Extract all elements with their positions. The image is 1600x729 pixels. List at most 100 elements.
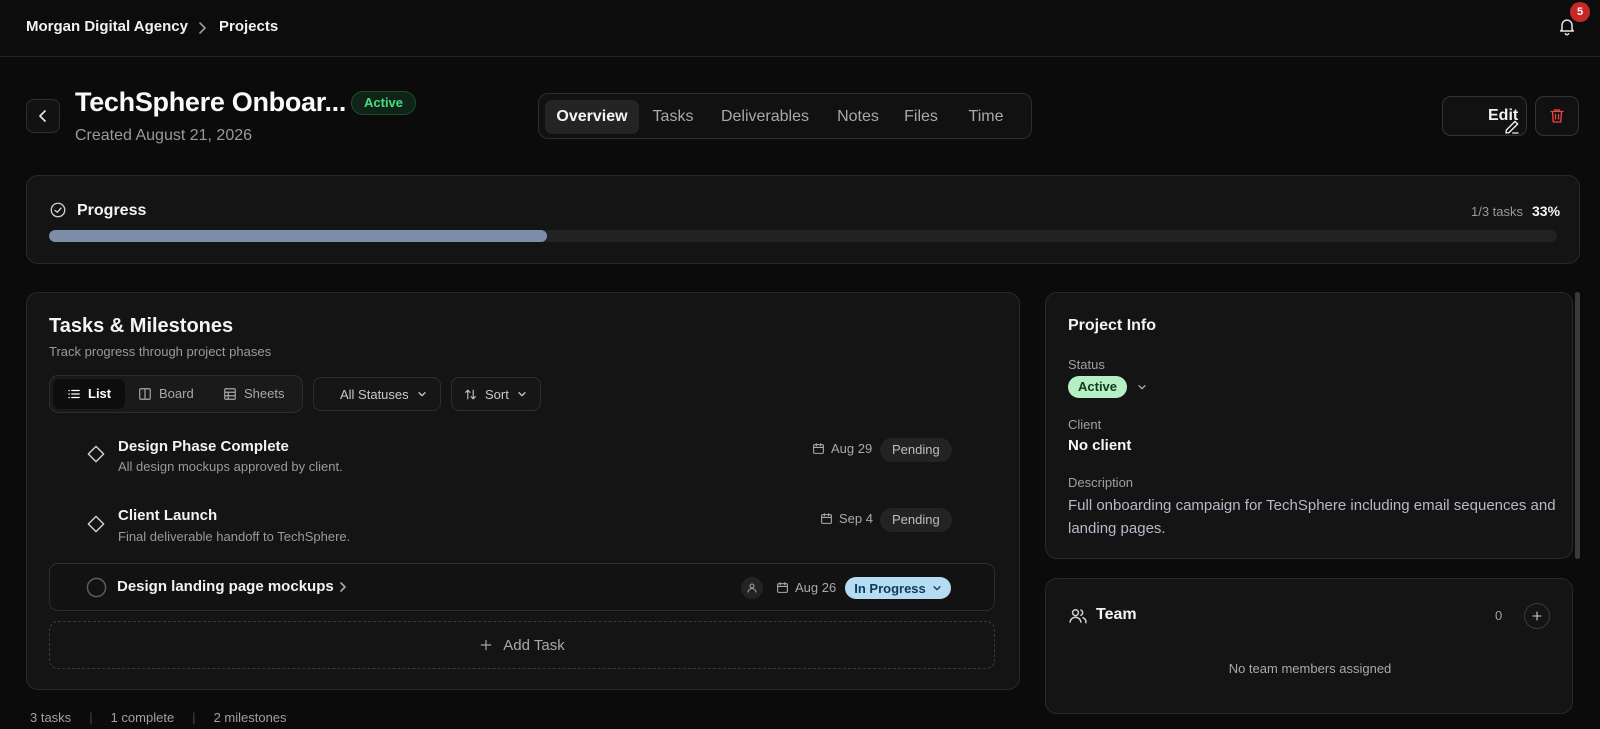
progress-bar — [49, 230, 1557, 242]
view-board-button[interactable]: Board — [124, 379, 208, 409]
task-status-label: In Progress — [854, 580, 926, 596]
project-title: TechSphere Onboar... — [75, 87, 347, 117]
description-label: Description — [1068, 475, 1134, 490]
view-list-label: List — [88, 386, 112, 401]
client-label: Client — [1068, 417, 1102, 432]
add-team-member-button[interactable] — [1524, 603, 1550, 629]
calendar-icon — [776, 581, 789, 594]
task-due-date: Aug 26 — [776, 580, 836, 595]
team-count: 0 — [1495, 608, 1503, 623]
tab-tasks[interactable]: Tasks — [642, 100, 704, 134]
tasks-milestones-card: Tasks & Milestones Track progress throug… — [26, 292, 1020, 690]
tab-notes[interactable]: Notes — [826, 100, 890, 134]
divider: | — [89, 710, 93, 725]
progress-task-count: 1/3 tasks — [1471, 204, 1524, 219]
chevron-right-icon — [196, 20, 208, 36]
diamond-icon[interactable] — [87, 515, 105, 533]
milestone-title[interactable]: Design Phase Complete — [118, 438, 289, 455]
project-tabs: Overview Tasks Deliverables Notes Files … — [538, 93, 1032, 139]
task-status-dropdown[interactable]: In Progress — [845, 577, 951, 599]
progress-card: Progress 1/3 tasks 33% — [26, 175, 1580, 264]
tab-overview[interactable]: Overview — [545, 100, 639, 134]
project-status-pill[interactable]: Active — [1068, 376, 1128, 398]
back-button[interactable] — [26, 99, 60, 133]
chevron-down-icon — [517, 389, 527, 399]
milestone-status-badge: Pending — [880, 508, 952, 532]
diamond-icon[interactable] — [87, 445, 105, 463]
milestone-count: 2 milestones — [213, 710, 287, 725]
milestone-description: Final deliverable handoff to TechSphere. — [118, 529, 351, 544]
team-title: Team — [1096, 606, 1137, 623]
chevron-down-icon — [932, 583, 942, 593]
milestone-status-badge: Pending — [880, 438, 952, 462]
top-bar: Morgan Digital Agency Projects 5 — [0, 0, 1600, 57]
task-row[interactable]: Design landing page mockups Aug 26 In Pr… — [49, 563, 995, 611]
tasks-title: Tasks & Milestones — [49, 315, 234, 337]
status-label: Status — [1068, 357, 1105, 372]
progress-bar-fill — [49, 230, 547, 242]
task-summary: 3 tasks | 1 complete | 2 milestones — [30, 710, 287, 725]
milestone-description: All design mockups approved by client. — [118, 459, 343, 474]
breadcrumb-agency[interactable]: Morgan Digital Agency — [26, 18, 188, 35]
team-card: Team 0 No team members assigned — [1045, 578, 1573, 714]
milestone-date-text: Sep 4 — [839, 511, 873, 526]
delete-button[interactable] — [1535, 96, 1579, 136]
chevron-left-icon — [37, 109, 49, 123]
view-sheets-button[interactable]: Sheets — [209, 379, 298, 409]
view-switcher: List Board Sheets — [49, 375, 303, 413]
tab-files[interactable]: Files — [893, 100, 949, 134]
milestone-due-date: Sep 4 — [820, 511, 873, 526]
task-count: 3 tasks — [30, 710, 72, 725]
view-sheets-label: Sheets — [244, 386, 285, 401]
created-date: Created August 21, 2026 — [75, 127, 253, 144]
project-status-badge: Active — [351, 91, 417, 115]
calendar-icon — [820, 512, 833, 525]
users-icon — [1068, 606, 1088, 626]
project-info-title: Project Info — [1068, 317, 1157, 334]
calendar-icon — [812, 442, 825, 455]
view-board-label: Board — [159, 386, 194, 401]
milestone-title[interactable]: Client Launch — [118, 507, 217, 524]
tasks-subtitle: Track progress through project phases — [49, 344, 272, 359]
chevron-right-icon[interactable] — [338, 581, 348, 593]
plus-icon — [479, 638, 493, 652]
chevron-down-icon[interactable] — [1137, 382, 1147, 392]
client-value: No client — [1068, 437, 1132, 454]
circle-icon[interactable] — [86, 577, 107, 598]
user-icon — [746, 582, 758, 594]
task-title[interactable]: Design landing page mockups — [117, 578, 334, 595]
scrollbar[interactable] — [1575, 292, 1580, 559]
add-task-label: Add Task — [503, 636, 565, 654]
assignee-avatar[interactable] — [741, 577, 763, 599]
team-empty-message: No team members assigned — [1228, 661, 1392, 676]
list-icon — [67, 387, 81, 401]
plus-icon — [1531, 610, 1543, 622]
milestone-due-date: Aug 29 — [812, 441, 872, 456]
progress-percent: 33% — [1532, 203, 1561, 219]
trash-icon — [1548, 107, 1566, 125]
edit-button[interactable]: Edit — [1442, 96, 1527, 136]
description-text: Full onboarding campaign for TechSphere … — [1068, 497, 1556, 537]
progress-title: Progress — [77, 202, 147, 219]
add-task-button[interactable]: Add Task — [49, 621, 995, 669]
chevron-down-icon — [417, 389, 427, 399]
sort-label: Sort — [485, 386, 509, 402]
status-filter-dropdown[interactable]: All Statuses — [313, 377, 441, 411]
breadcrumb-projects[interactable]: Projects — [219, 18, 278, 35]
sort-icon — [464, 388, 477, 401]
task-date-text: Aug 26 — [795, 580, 837, 595]
edit-label: Edit — [1488, 107, 1519, 124]
project-info-card: Project Info Status Active Client No cli… — [1045, 292, 1573, 559]
view-list-button[interactable]: List — [53, 379, 126, 409]
complete-count: 1 complete — [110, 710, 175, 725]
tab-deliverables[interactable]: Deliverables — [707, 100, 823, 134]
sort-dropdown[interactable]: Sort — [451, 377, 541, 411]
status-filter-label: All Statuses — [340, 386, 409, 402]
check-circle-icon — [49, 201, 67, 219]
board-icon — [138, 387, 152, 401]
sheets-icon — [223, 387, 237, 401]
notification-badge: 5 — [1570, 2, 1590, 22]
milestone-date-text: Aug 29 — [831, 441, 873, 456]
tab-time[interactable]: Time — [952, 100, 1020, 134]
divider: | — [192, 710, 196, 725]
